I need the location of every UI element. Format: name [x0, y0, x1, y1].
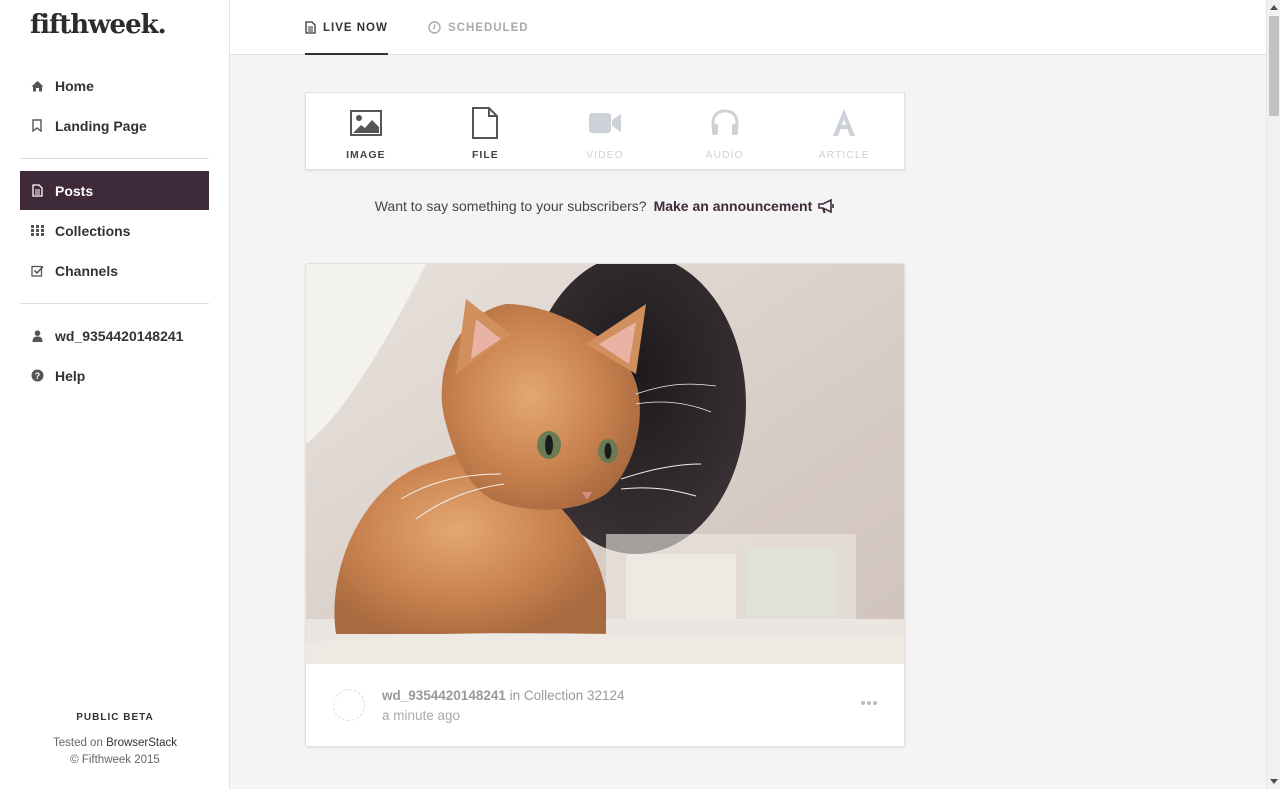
- tab-scheduled[interactable]: SCHEDULED: [428, 0, 529, 55]
- sidebar: fifthweek. Home Landing Page Posts Colle…: [0, 0, 230, 789]
- announcement-prompt: Want to say something to your subscriber…: [305, 198, 905, 214]
- sidebar-divider: [20, 303, 209, 304]
- post-type-audio-button[interactable]: AUDIO: [665, 93, 785, 169]
- post-type-image-button[interactable]: IMAGE: [306, 93, 426, 169]
- browserstack-link[interactable]: BrowserStack: [106, 737, 177, 749]
- post-image[interactable]: [306, 264, 905, 664]
- post-timestamp: a minute ago: [382, 708, 461, 723]
- post-type-label: IMAGE: [346, 149, 386, 161]
- scroll-thumb[interactable]: [1269, 16, 1279, 116]
- help-icon: ?: [30, 369, 44, 383]
- top-tab-bar: LIVE NOW SCHEDULED: [230, 0, 1266, 55]
- post-type-label: VIDEO: [586, 149, 624, 161]
- clock-icon: [428, 21, 441, 34]
- announcement-question: Want to say something to your subscriber…: [374, 198, 647, 214]
- home-icon: [30, 79, 44, 93]
- dot: [873, 701, 877, 705]
- post-type-video-button[interactable]: VIDEO: [545, 93, 665, 169]
- app-logo[interactable]: fifthweek.: [30, 10, 167, 40]
- post-type-article-button[interactable]: ARTICLE: [784, 93, 904, 169]
- checkbox-icon: [30, 264, 44, 278]
- tested-on-prefix: Tested on: [52, 737, 103, 749]
- tab-label: LIVE NOW: [323, 21, 388, 34]
- post-type-label: AUDIO: [705, 149, 744, 161]
- video-camera-icon: [588, 107, 621, 139]
- page-scrollbar[interactable]: [1266, 0, 1280, 789]
- post-author-link[interactable]: wd_9354420148241: [382, 688, 506, 703]
- tested-on-text: Tested on BrowserStack: [0, 737, 230, 749]
- megaphone-icon[interactable]: [818, 198, 835, 214]
- sidebar-item-label: Channels: [55, 262, 119, 279]
- document-icon: [305, 21, 316, 34]
- sidebar-item-home[interactable]: Home: [20, 66, 209, 105]
- sidebar-item-help[interactable]: ? Help: [20, 356, 209, 395]
- author-avatar[interactable]: [333, 689, 365, 721]
- post-type-label: FILE: [472, 149, 499, 161]
- font-icon: [829, 107, 859, 139]
- headphones-icon: [710, 107, 740, 139]
- sidebar-item-label: wd_9354420148241: [55, 327, 184, 344]
- user-icon: [30, 329, 44, 343]
- scroll-down-arrow[interactable]: [1270, 779, 1278, 784]
- sidebar-item-posts[interactable]: Posts: [20, 171, 209, 210]
- post-card: wd_9354420148241 in Collection 32124 a m…: [305, 263, 905, 747]
- post-byline: wd_9354420148241 in Collection 32124: [382, 688, 625, 703]
- post-type-label: ARTICLE: [818, 149, 870, 161]
- sidebar-item-label: Collections: [55, 222, 131, 239]
- tab-live-now[interactable]: LIVE NOW: [305, 0, 388, 55]
- sidebar-divider: [20, 158, 209, 159]
- image-icon: [349, 107, 382, 139]
- sidebar-item-channels[interactable]: Channels: [20, 251, 209, 290]
- grid-icon: [30, 224, 44, 238]
- file-icon: [472, 107, 499, 139]
- dot: [861, 701, 865, 705]
- make-announcement-link[interactable]: Make an announcement: [654, 198, 813, 214]
- scroll-up-arrow[interactable]: [1270, 5, 1278, 10]
- sidebar-item-label: Landing Page: [55, 117, 147, 134]
- post-type-file-button[interactable]: FILE: [426, 93, 546, 169]
- sidebar-item-collections[interactable]: Collections: [20, 211, 209, 250]
- dot: [867, 701, 871, 705]
- svg-text:?: ?: [34, 371, 40, 381]
- sidebar-item-landing-page[interactable]: Landing Page: [20, 106, 209, 145]
- copyright-text: © Fifthweek 2015: [70, 754, 160, 766]
- post-type-selector: IMAGE FILE VIDEO AUDIO ARTICLE: [305, 92, 905, 170]
- sidebar-item-label: Help: [55, 367, 86, 384]
- sidebar-item-account[interactable]: wd_9354420148241: [20, 316, 209, 355]
- public-beta-label: PUBLIC BETA: [76, 712, 154, 723]
- more-options-icon[interactable]: [861, 701, 877, 705]
- tab-label: SCHEDULED: [448, 21, 529, 34]
- document-icon: [30, 184, 44, 198]
- post-in-word: in: [509, 688, 521, 703]
- post-collection-link[interactable]: Collection 32124: [524, 688, 625, 703]
- bookmark-icon: [30, 119, 44, 133]
- sidebar-item-label: Posts: [55, 182, 94, 199]
- sidebar-item-label: Home: [55, 77, 94, 94]
